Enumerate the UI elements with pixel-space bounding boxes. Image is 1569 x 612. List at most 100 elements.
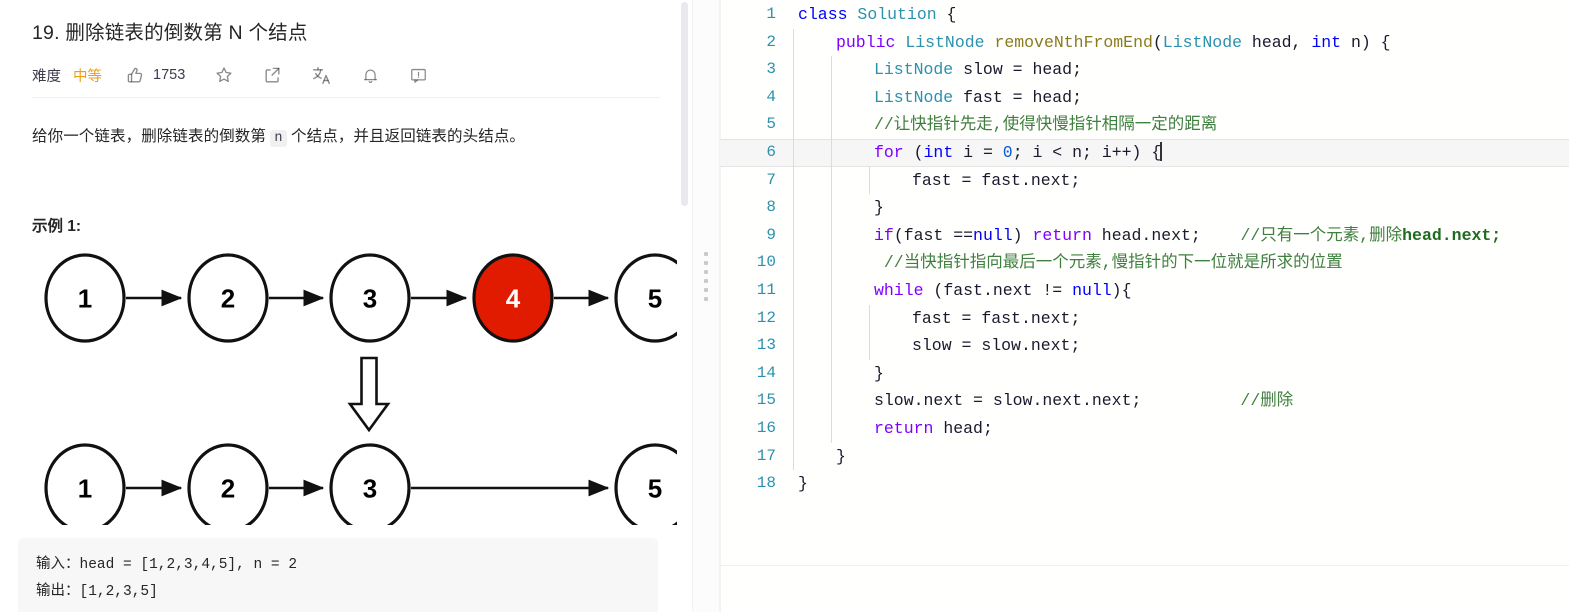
code-line-content[interactable]: public ListNode removeNthFromEnd(ListNod…	[790, 28, 1569, 57]
code-editor-panel[interactable]: 1 class Solution {2 public ListNode remove…	[720, 0, 1569, 612]
code-line[interactable]: 4 ListNode fast = head;	[720, 83, 1569, 112]
code-line[interactable]: 15 slow.next = slow.next.next; //删除	[720, 387, 1569, 415]
code-line[interactable]: 8}	[720, 194, 1569, 222]
code-line-content[interactable]: if(fast ==null) return head.next; //只有一个…	[790, 221, 1569, 250]
left-panel-scrollbar[interactable]	[681, 2, 688, 206]
code-line[interactable]: 18}	[720, 470, 1569, 498]
code-token: i	[1032, 142, 1043, 162]
line-number: 17	[756, 446, 776, 465]
code-token: .	[982, 280, 993, 300]
code-line-content[interactable]: }	[790, 194, 1569, 222]
code-token: ListNode	[1162, 32, 1243, 52]
code-line-content[interactable]: fast = fast.next;	[790, 304, 1569, 333]
indent-guide	[831, 56, 832, 84]
code-line-content[interactable]: }	[790, 442, 1569, 471]
code-token: next	[1030, 170, 1071, 190]
code-line[interactable]: 9 if(fast ==null) return head.next; //只有一…	[720, 221, 1569, 250]
indent-guide	[793, 276, 794, 305]
indent-guide	[869, 166, 870, 195]
code-token: next	[1030, 336, 1071, 356]
code-token: =	[1002, 60, 1033, 80]
bell-icon	[361, 66, 380, 85]
linked-list-diagram: 1 2 3 4 5 1 2 3 5	[32, 250, 677, 525]
code-token: fast	[943, 280, 983, 300]
code-line-content[interactable]: class Solution {	[790, 1, 1569, 29]
example-heading: 示例 1:	[32, 218, 82, 235]
row1-node-5	[614, 253, 677, 343]
row2-node-label-3: 3	[363, 474, 377, 504]
code-token: slow	[874, 391, 914, 411]
indent-guide	[831, 194, 832, 222]
code-line[interactable]: 5 //让快指针先走,使得快慢指针相隔一定的距离	[720, 111, 1569, 139]
code-line[interactable]: 16 return head;	[720, 414, 1569, 443]
feedback-button[interactable]	[409, 63, 428, 87]
star-icon	[214, 65, 234, 85]
code-token: (	[893, 225, 904, 245]
share-button[interactable]	[263, 63, 282, 87]
code-token: null	[973, 225, 1013, 245]
code-token: =	[951, 336, 982, 356]
code-line-content[interactable]: while (fast.next != null){	[790, 276, 1569, 305]
code-line[interactable]: 13 slow = slow.next;	[720, 332, 1569, 360]
thumbs-up-button[interactable]: 1753	[126, 63, 185, 87]
code-token: .	[1141, 225, 1152, 245]
code-line-content[interactable]: //让快指针先走,使得快慢指针相隔一定的距离	[790, 111, 1569, 139]
code-token: (	[923, 280, 944, 300]
code-line-content[interactable]: //当快指针指向最后一个元素,慢指针的下一位就是所求的位置	[790, 249, 1569, 277]
code-token: fast	[912, 308, 952, 328]
indent-guide	[793, 83, 794, 112]
code-line[interactable]: 2 public ListNode removeNthFromEnd(ListNo…	[720, 28, 1569, 57]
code-editor[interactable]: 1 class Solution {2 public ListNode remove…	[720, 0, 1569, 498]
indent-guide	[831, 304, 832, 333]
code-line[interactable]: 7 fast = fast.next;	[720, 166, 1569, 195]
code-token: }	[874, 363, 884, 383]
row1-node-label-4: 4	[506, 284, 521, 314]
indent-guide	[793, 304, 794, 333]
code-line[interactable]: 3 ListNode slow = head;	[720, 56, 1569, 84]
code-token: <	[1042, 142, 1073, 162]
code-line-content[interactable]: for (int i = 0; i < n; i++) {	[790, 138, 1569, 167]
code-line[interactable]: 17}	[720, 442, 1569, 471]
indent-guide	[831, 359, 832, 388]
code-line-content[interactable]: return head;	[790, 414, 1569, 443]
code-line-content[interactable]: ListNode fast = head;	[790, 83, 1569, 112]
indent-guide	[831, 276, 832, 305]
code-token: return	[1032, 225, 1092, 245]
code-line[interactable]: 1 class Solution {	[720, 1, 1569, 29]
code-token: Solution	[857, 5, 937, 24]
code-token: fast	[963, 87, 1003, 107]
code-line[interactable]: 14}	[720, 359, 1569, 388]
translate-button[interactable]	[311, 63, 332, 87]
code-line-content[interactable]: }	[790, 359, 1569, 388]
indent-guide	[831, 138, 832, 167]
code-line-content[interactable]: slow = slow.next;	[790, 332, 1569, 360]
code-line-content[interactable]: }	[790, 470, 1569, 498]
code-line[interactable]: 11 while (fast.next != null){	[720, 276, 1569, 305]
app-root: 19. 删除链表的倒数第 N 个结点 难度 中等 1753 给你一个链表，删除链…	[0, 0, 1569, 612]
panel-splitter[interactable]	[692, 0, 720, 612]
code-line[interactable]: 12 fast = fast.next;	[720, 304, 1569, 333]
favorite-button[interactable]	[214, 63, 234, 87]
code-token: ;	[1072, 60, 1082, 80]
code-line-content[interactable]: ListNode slow = head;	[790, 56, 1569, 84]
code-token: fast	[903, 225, 944, 245]
code-line-content[interactable]: fast = fast.next;	[790, 166, 1569, 195]
code-token: n	[1072, 142, 1083, 162]
code-line[interactable]: 6 for (int i = 0; i < n; i++) {	[720, 138, 1569, 167]
notification-button[interactable]	[361, 63, 380, 87]
code-token: removeNthFromEnd	[994, 32, 1153, 52]
indent-guide	[793, 332, 794, 360]
splitter-grip-icon	[704, 252, 708, 301]
indent-guide	[793, 138, 794, 167]
inline-code-n: n	[270, 130, 287, 147]
code-line-content[interactable]: slow.next = slow.next.next; //删除	[790, 387, 1569, 415]
code-line[interactable]: 10 //当快指针指向最后一个元素,慢指针的下一位就是所求的位置	[720, 249, 1569, 277]
code-token: .	[913, 391, 924, 411]
code-token: next	[1030, 308, 1071, 328]
code-token: next	[923, 391, 964, 411]
line-number: 12	[756, 308, 776, 327]
